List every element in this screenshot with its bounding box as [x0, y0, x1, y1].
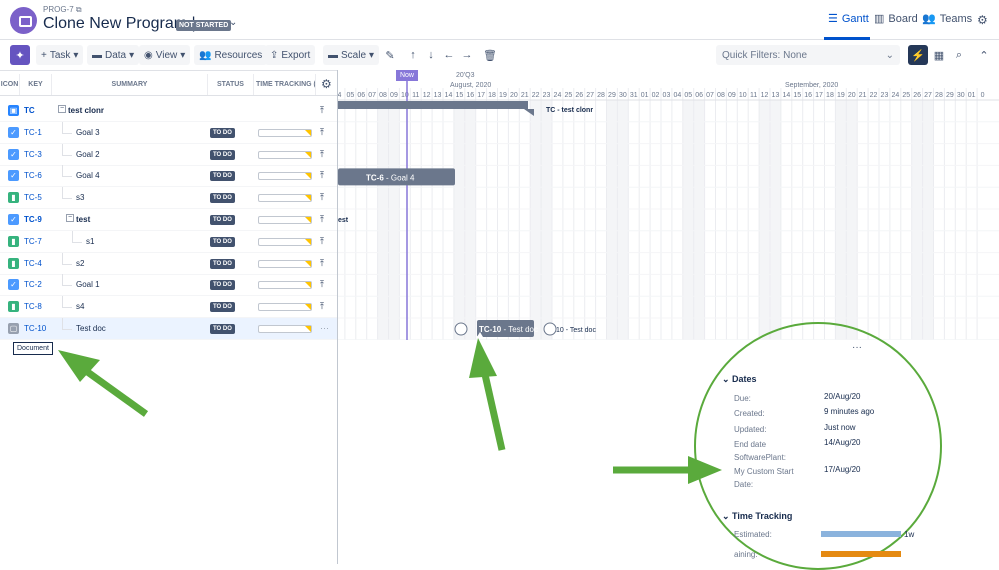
arrow-to-custom-date: [613, 456, 722, 484]
arrow-to-tooltip: [58, 350, 149, 417]
annotation-arrows: [58, 338, 722, 484]
arrow-to-marker: [469, 338, 506, 451]
